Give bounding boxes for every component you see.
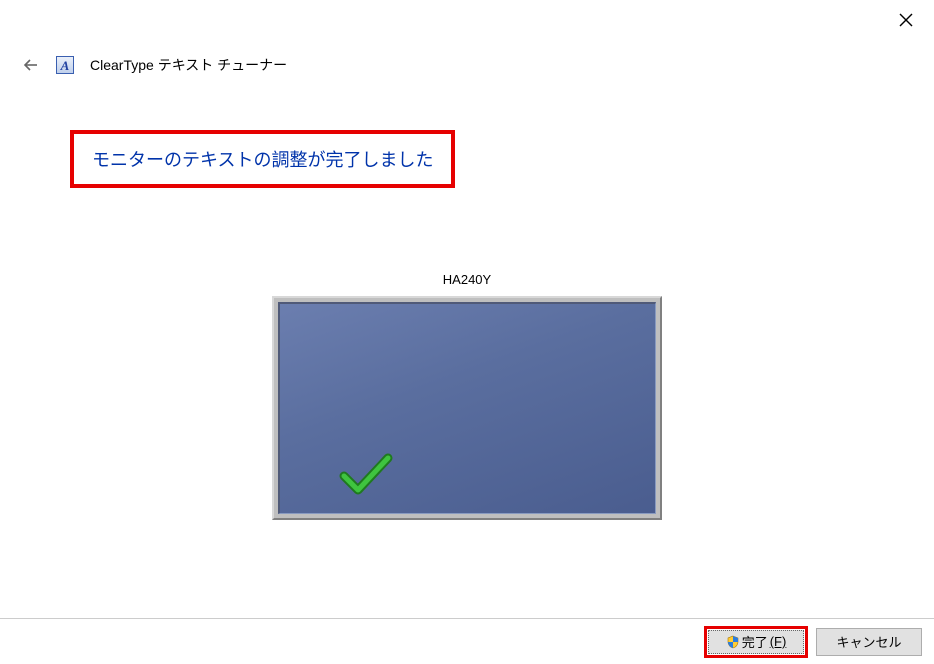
finish-button-accelerator: (F) <box>770 634 787 649</box>
app-title: ClearType テキスト チューナー <box>90 55 287 75</box>
close-button[interactable] <box>896 10 916 30</box>
finish-button-label: 完了 <box>742 632 768 651</box>
close-icon <box>898 12 914 28</box>
wizard-header: A ClearType テキスト チューナー <box>22 55 287 75</box>
wizard-footer: 完了(F) キャンセル <box>0 618 934 664</box>
monitor-name-label: HA240Y <box>443 272 491 287</box>
completion-heading: モニターのテキストの調整が完了しました <box>92 146 433 172</box>
cancel-button[interactable]: キャンセル <box>816 628 922 656</box>
checkmark-icon <box>338 450 394 501</box>
heading-highlight-box: モニターのテキストの調整が完了しました <box>70 130 455 188</box>
finish-button-highlight: 完了(F) <box>704 626 808 658</box>
finish-button[interactable]: 完了(F) <box>708 630 804 654</box>
back-arrow-icon <box>22 56 40 74</box>
back-button[interactable] <box>22 56 40 74</box>
monitor-screen <box>278 302 656 514</box>
uac-shield-icon <box>726 635 740 649</box>
cancel-button-label: キャンセル <box>836 632 901 651</box>
monitor-thumbnail <box>272 296 662 520</box>
app-icon: A <box>56 56 74 74</box>
